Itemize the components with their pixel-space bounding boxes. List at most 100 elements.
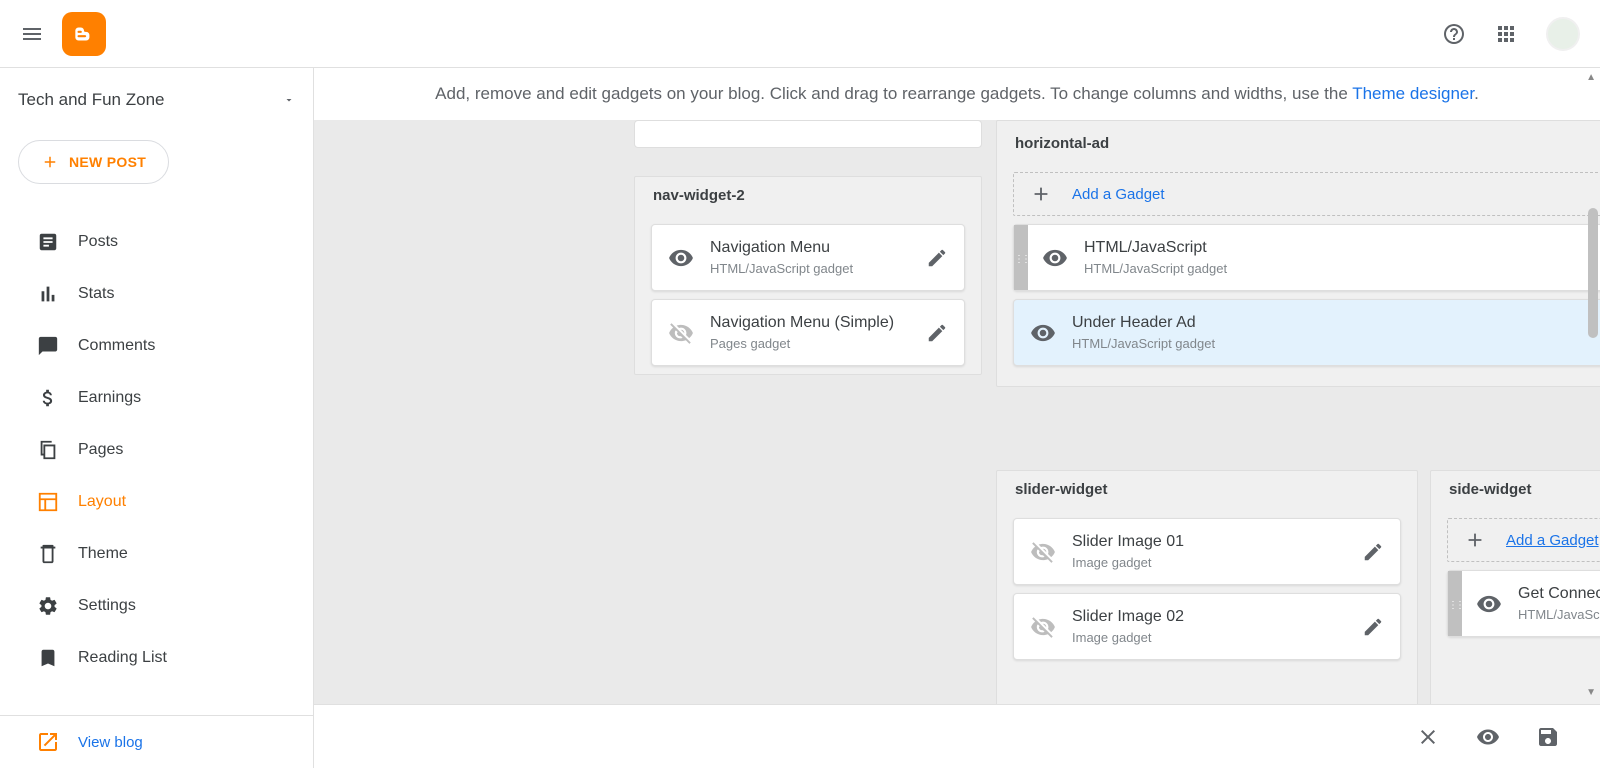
theme-designer-link[interactable]: Theme designer (1352, 84, 1474, 103)
section-title: nav-widget-2 (635, 177, 981, 216)
collapsed-section[interactable] (634, 120, 982, 148)
nav-list: Posts Stats Comments Earnings Pages Layo… (0, 216, 313, 684)
stats-icon (36, 282, 60, 306)
blog-selector[interactable]: Tech and Fun Zone (0, 90, 313, 132)
main-content: Add, remove and edit gadgets on your blo… (314, 68, 1600, 768)
gadget-subtitle: HTML/JavaScript gadget (1072, 336, 1600, 351)
view-blog-label: View blog (78, 734, 143, 751)
gadget-title: Navigation Menu (Simple) (710, 314, 926, 332)
section-side-widget: side-widget Add a Gadget Get Connected H… (1430, 470, 1600, 730)
help-icon[interactable] (1442, 22, 1466, 46)
gadget-subtitle: Pages gadget (710, 336, 926, 351)
gadget-get-connected[interactable]: Get Connected HTML/JavaScript gadget (1447, 570, 1600, 637)
visible-icon (1030, 320, 1056, 346)
visible-icon (668, 245, 694, 271)
section-title: horizontal-ad (997, 125, 1600, 164)
posts-icon (36, 230, 60, 254)
hidden-icon (1030, 614, 1056, 640)
edit-icon[interactable] (1362, 541, 1384, 563)
add-gadget-button[interactable]: Add a Gadget (1447, 518, 1600, 562)
nav-label: Pages (78, 441, 123, 459)
nav-label: Settings (78, 597, 136, 615)
plus-icon (1464, 529, 1486, 551)
nav-posts[interactable]: Posts (0, 216, 313, 268)
section-horizontal-ad: horizontal-ad Add a Gadget HTML/JavaScri… (996, 120, 1600, 387)
bottom-action-bar (314, 704, 1600, 768)
close-icon[interactable] (1416, 725, 1440, 749)
plus-icon (41, 153, 59, 171)
nav-theme[interactable]: Theme (0, 528, 313, 580)
gadget-subtitle: HTML/JavaScript gadget (710, 261, 926, 276)
preview-icon[interactable] (1476, 725, 1500, 749)
nav-stats[interactable]: Stats (0, 268, 313, 320)
nav-label: Theme (78, 545, 128, 563)
gadget-subtitle: HTML/JavaScript gadget (1084, 261, 1600, 276)
section-nav-widget-2: nav-widget-2 Navigation Menu HTML/JavaSc… (634, 176, 982, 375)
chevron-down-icon (283, 94, 295, 106)
layout-editor: nav-widget-2 Navigation Menu HTML/JavaSc… (314, 120, 1600, 680)
nav-label: Reading List (78, 649, 167, 667)
nav-settings[interactable]: Settings (0, 580, 313, 632)
blogger-logo[interactable] (62, 12, 106, 56)
gadget-slider-image-02[interactable]: Slider Image 02 Image gadget (1013, 593, 1401, 660)
gadget-html-javascript[interactable]: HTML/JavaScript HTML/JavaScript gadget (1013, 224, 1600, 291)
nav-label: Layout (78, 493, 126, 511)
pages-icon (36, 438, 60, 462)
add-gadget-label: Add a Gadget (1506, 532, 1599, 549)
gadget-subtitle: Image gadget (1072, 555, 1362, 570)
open-external-icon (36, 730, 60, 754)
plus-icon (1030, 183, 1052, 205)
new-post-label: NEW POST (69, 154, 146, 170)
gadget-title: Get Connected (1518, 585, 1600, 603)
section-title: side-widget (1431, 471, 1600, 510)
gadget-navigation-menu-simple[interactable]: Navigation Menu (Simple) Pages gadget (651, 299, 965, 366)
nav-pages[interactable]: Pages (0, 424, 313, 476)
nav-label: Posts (78, 233, 118, 251)
edit-icon[interactable] (926, 247, 948, 269)
gadget-under-header-ad[interactable]: Under Header Ad HTML/JavaScript gadget (1013, 299, 1600, 366)
scrollbar-thumb[interactable] (1588, 208, 1598, 338)
nav-label: Earnings (78, 389, 141, 407)
gadget-subtitle: HTML/JavaScript gadget (1518, 607, 1600, 622)
scroll-up-arrow[interactable]: ▲ (1586, 72, 1596, 83)
nav-earnings[interactable]: Earnings (0, 372, 313, 424)
nav-comments[interactable]: Comments (0, 320, 313, 372)
add-gadget-button[interactable]: Add a Gadget (1013, 172, 1600, 216)
gadget-slider-image-01[interactable]: Slider Image 01 Image gadget (1013, 518, 1401, 585)
view-blog-link[interactable]: View blog (0, 715, 313, 768)
nav-reading-list[interactable]: Reading List (0, 632, 313, 684)
hidden-icon (1030, 539, 1056, 565)
gadget-title: Under Header Ad (1072, 314, 1600, 332)
scroll-down-arrow[interactable]: ▼ (1586, 687, 1596, 698)
settings-icon (36, 594, 60, 618)
drag-handle[interactable] (1448, 571, 1462, 636)
edit-icon[interactable] (926, 322, 948, 344)
apps-icon[interactable] (1494, 22, 1518, 46)
visible-icon (1476, 591, 1502, 617)
earnings-icon (36, 386, 60, 410)
new-post-button[interactable]: NEW POST (18, 140, 169, 184)
user-avatar[interactable] (1546, 17, 1580, 51)
menu-icon[interactable] (20, 22, 44, 46)
save-icon[interactable] (1536, 725, 1560, 749)
drag-handle[interactable] (1014, 225, 1028, 290)
sidebar: Tech and Fun Zone NEW POST Posts Stats C… (0, 68, 314, 768)
gadget-title: Slider Image 01 (1072, 533, 1362, 551)
add-gadget-label: Add a Gadget (1072, 186, 1165, 203)
nav-label: Comments (78, 337, 155, 355)
theme-icon (36, 542, 60, 566)
blog-name: Tech and Fun Zone (18, 90, 283, 110)
helper-text: Add, remove and edit gadgets on your blo… (314, 68, 1600, 120)
gadget-title: Navigation Menu (710, 239, 926, 257)
gadget-navigation-menu[interactable]: Navigation Menu HTML/JavaScript gadget (651, 224, 965, 291)
gadget-title: Slider Image 02 (1072, 608, 1362, 626)
visible-icon (1042, 245, 1068, 271)
edit-icon[interactable] (1362, 616, 1384, 638)
nav-label: Stats (78, 285, 114, 303)
gadget-subtitle: Image gadget (1072, 630, 1362, 645)
hidden-icon (668, 320, 694, 346)
layout-icon (36, 490, 60, 514)
comments-icon (36, 334, 60, 358)
nav-layout[interactable]: Layout (0, 476, 313, 528)
bookmark-icon (36, 646, 60, 670)
